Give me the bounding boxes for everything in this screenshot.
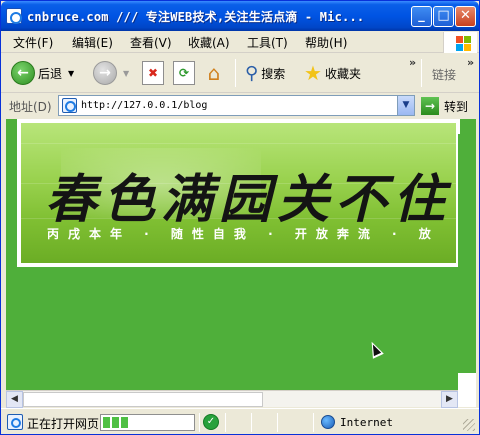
stop-button[interactable]: ✖ — [142, 60, 164, 86]
internet-globe-icon — [321, 415, 335, 429]
links-label[interactable]: 链接 — [432, 66, 456, 83]
back-label: 后退 — [38, 66, 63, 81]
windows-logo-icon — [443, 32, 477, 53]
check-icon: ✓ — [203, 414, 219, 430]
search-icon: ⚲ — [245, 62, 259, 84]
search-label: 搜索 — [261, 66, 286, 81]
loading-page-icon — [7, 414, 23, 430]
toolbar-separator — [235, 59, 236, 87]
address-dropdown-icon[interactable]: ▼ — [397, 96, 414, 115]
refresh-button[interactable]: ⟳ — [173, 60, 195, 86]
stop-icon: ✖ — [142, 61, 164, 85]
menu-tools[interactable]: 工具(T) — [247, 34, 288, 51]
status-text: 正在打开网页 — [27, 417, 100, 431]
address-url[interactable]: http://127.0.0.1/blog — [81, 100, 207, 111]
refresh-icon: ⟳ — [173, 61, 195, 85]
back-button[interactable]: ← 后退 ▼ — [11, 60, 74, 86]
scroll-thumb[interactable] — [23, 392, 263, 407]
menu-favorites[interactable]: 收藏(A) — [188, 34, 230, 51]
menu-bar: 文件(F) 编辑(E) 查看(V) 收藏(A) 工具(T) 帮助(H) — [1, 31, 479, 53]
standard-toolbar: ← 后退 ▼ → ▼ ✖ ⟳ ⌂ ⚲ 搜索 ★ 收藏夹 » 链接 » — [1, 54, 479, 93]
menu-view[interactable]: 查看(V) — [130, 34, 172, 51]
ie-icon — [6, 8, 22, 24]
forward-arrow-icon: → — [93, 61, 117, 85]
banner-image: 春色满园关不住 丙戌本年 · 随性自我 · 开放奔流 · 放 — [21, 123, 456, 263]
progress-fill — [103, 417, 130, 428]
status-separator — [225, 413, 226, 432]
status-separator — [199, 413, 200, 432]
forward-button[interactable]: → ▼ — [93, 60, 129, 86]
home-button[interactable]: ⌂ — [203, 60, 225, 86]
menu-edit[interactable]: 编辑(E) — [72, 34, 113, 51]
minimize-button[interactable]: _ — [411, 6, 432, 27]
address-label: 地址(D) — [9, 100, 52, 114]
resize-grip-icon[interactable] — [463, 419, 475, 431]
favorites-button[interactable]: ★ 收藏夹 — [304, 60, 361, 86]
menu-file[interactable]: 文件(F) — [13, 34, 53, 51]
favorites-label: 收藏夹 — [324, 66, 361, 81]
status-separator — [251, 413, 252, 432]
forward-dropdown-icon[interactable]: ▼ — [123, 69, 129, 78]
address-bar: 地址(D) http://127.0.0.1/blog ▼ → 转到 — [1, 94, 479, 118]
scroll-right-icon[interactable]: ▶ — [441, 391, 458, 408]
browser-window: cnbruce.com /// 专注WEB技术,关注生活点滴 - Mic... … — [0, 0, 480, 435]
banner-title: 春色满园关不住 — [45, 169, 452, 230]
scrollbar-corner — [458, 390, 476, 407]
menu-help[interactable]: 帮助(H) — [305, 34, 347, 51]
banner-stripe — [21, 143, 456, 144]
banner-subtitle: 丙戌本年 · 随性自我 · 开放奔流 · 放 — [47, 227, 440, 241]
star-icon: ★ — [304, 61, 322, 85]
links-more-icon[interactable]: » — [467, 56, 474, 69]
scroll-left-icon[interactable]: ◀ — [6, 391, 23, 408]
blog-banner: 春色满园关不住 丙戌本年 · 随性自我 · 开放奔流 · 放 — [17, 119, 460, 267]
horizontal-scrollbar[interactable]: ◀ ▶ — [6, 390, 458, 408]
title-bar[interactable]: cnbruce.com /// 专注WEB技术,关注生活点滴 - Mic... … — [1, 1, 479, 31]
status-separator — [277, 413, 278, 432]
progress-bar — [100, 414, 195, 431]
go-arrow-icon[interactable]: → — [421, 97, 439, 115]
toolbar-separator — [421, 59, 422, 87]
maximize-button[interactable]: □ — [433, 6, 454, 27]
go-button[interactable]: 转到 — [444, 98, 468, 115]
search-button[interactable]: ⚲ 搜索 — [245, 60, 285, 86]
content-right-strip — [458, 134, 476, 390]
security-zone: Internet — [340, 416, 393, 429]
window-title: cnbruce.com /// 专注WEB技术,关注生活点滴 - Mic... — [27, 10, 365, 24]
status-separator — [313, 413, 314, 432]
close-button[interactable]: ✕ — [455, 6, 476, 27]
content-corner — [458, 373, 476, 390]
status-bar: 正在打开网页 ✓ Internet — [1, 408, 479, 434]
page-content: 春色满园关不住 丙戌本年 · 随性自我 · 开放奔流 · 放 — [6, 119, 476, 390]
toolbar-more-icon[interactable]: » — [409, 56, 416, 69]
home-icon: ⌂ — [207, 61, 221, 85]
back-arrow-icon: ← — [11, 61, 35, 85]
address-input[interactable]: http://127.0.0.1/blog ▼ — [58, 95, 415, 116]
back-dropdown-icon[interactable]: ▼ — [68, 69, 74, 78]
page-icon — [62, 98, 77, 113]
